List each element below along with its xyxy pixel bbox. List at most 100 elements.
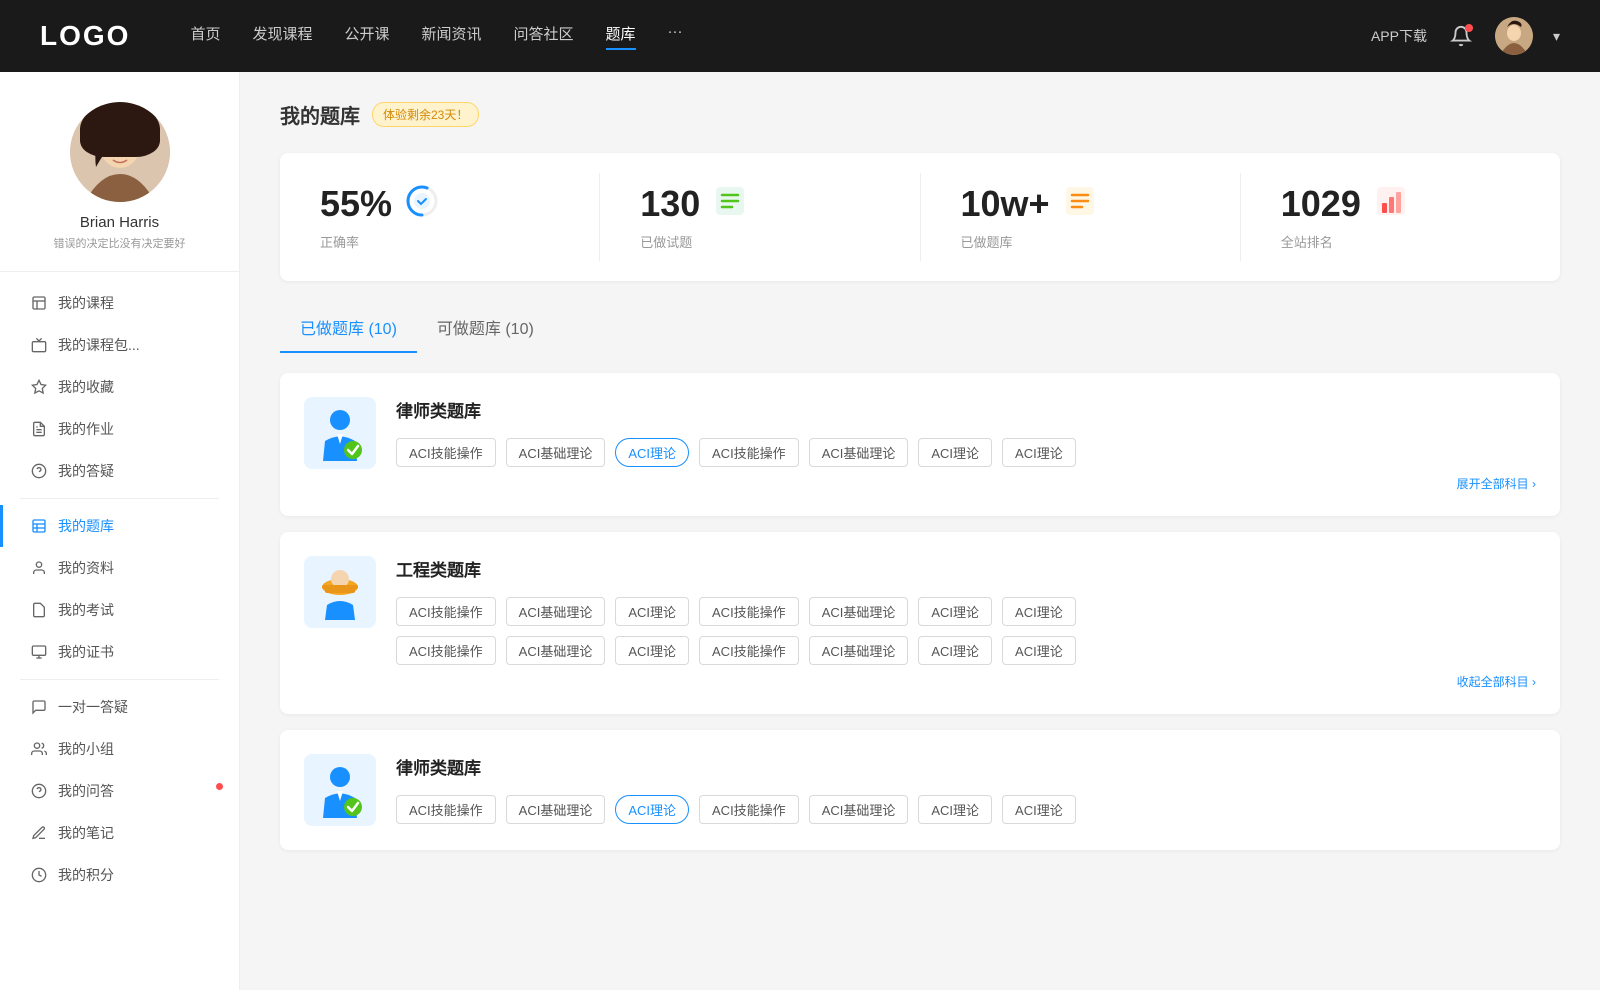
stat-rank: 1029 全站排名 <box>1241 173 1560 261</box>
tab-available[interactable]: 可做题库 (10) <box>417 305 554 353</box>
collapse-link[interactable]: 收起全部科目 › <box>396 673 1536 690</box>
tag[interactable]: ACI基础理论 <box>809 795 909 824</box>
sidebar-label: 我的答疑 <box>58 461 114 481</box>
tag[interactable]: ACI技能操作 <box>396 597 496 626</box>
notification-bell[interactable] <box>1447 22 1475 50</box>
main-content: 我的题库 体验剩余23天！ 55% 正确 <box>240 72 1600 990</box>
stat-label: 全站排名 <box>1281 232 1333 251</box>
tag[interactable]: ACI技能操作 <box>699 636 799 665</box>
sidebar-item-qa[interactable]: 我的答疑 <box>0 450 239 492</box>
nav-open-course[interactable]: 公开课 <box>344 23 389 50</box>
tag[interactable]: ACI理论 <box>918 795 992 824</box>
list-green-icon <box>712 183 748 224</box>
sidebar-label: 我的小组 <box>58 739 114 759</box>
tag[interactable]: ACI理论 <box>1002 597 1076 626</box>
tag[interactable]: ACI基础理论 <box>506 636 606 665</box>
qbank-title: 工程类题库 <box>396 556 1536 581</box>
qbank-card-inner: 律师类题库 ACI技能操作 ACI基础理论 ACI理论 ACI技能操作 ACI基… <box>304 754 1536 826</box>
tag[interactable]: ACI技能操作 <box>699 597 799 626</box>
qbank-card-inner: 律师类题库 ACI技能操作 ACI基础理论 ACI理论 ACI技能操作 ACI基… <box>304 397 1536 492</box>
nav-home[interactable]: 首页 <box>190 23 220 50</box>
favorites-icon <box>30 378 48 396</box>
nav-qbank[interactable]: 题库 <box>606 23 636 50</box>
tabs-row: 已做题库 (10) 可做题库 (10) <box>280 305 1560 353</box>
tag[interactable]: ACI技能操作 <box>396 795 496 824</box>
cert-icon <box>30 643 48 661</box>
tag[interactable]: ACI技能操作 <box>396 636 496 665</box>
tag[interactable]: ACI基础理论 <box>506 438 606 467</box>
app-download-button[interactable]: APP下载 <box>1371 26 1427 46</box>
sidebar-label: 我的考试 <box>58 600 114 620</box>
tag[interactable]: ACI理论 <box>918 636 992 665</box>
sidebar-label: 我的积分 <box>58 865 114 885</box>
nav-menu: 首页 发现课程 公开课 新闻资讯 问答社区 题库 ··· <box>190 23 1331 50</box>
sidebar-item-myqa[interactable]: 我的问答 <box>0 770 239 812</box>
user-dropdown-arrow[interactable]: ▾ <box>1553 28 1560 45</box>
nav-qa[interactable]: 问答社区 <box>514 23 574 50</box>
sidebar-item-course-pkg[interactable]: 我的课程包... <box>0 324 239 366</box>
sidebar-item-group[interactable]: 我的小组 <box>0 728 239 770</box>
stat-top: 1029 <box>1281 183 1409 224</box>
nav-more[interactable]: ··· <box>668 23 683 50</box>
stat-value: 55% <box>320 186 392 222</box>
profile-name: Brian Harris <box>80 214 159 231</box>
tag[interactable]: ACI基础理论 <box>506 795 606 824</box>
sidebar-item-exam[interactable]: 我的考试 <box>0 589 239 631</box>
tag[interactable]: ACI技能操作 <box>699 438 799 467</box>
qbank-card-lawyer-2: 律师类题库 ACI技能操作 ACI基础理论 ACI理论 ACI技能操作 ACI基… <box>280 730 1560 850</box>
qa-notification-dot <box>216 783 223 790</box>
tab-done[interactable]: 已做题库 (10) <box>280 305 417 353</box>
tag[interactable]: ACI基础理论 <box>809 438 909 467</box>
profile-icon <box>30 559 48 577</box>
group-icon <box>30 740 48 758</box>
stat-label: 已做题库 <box>961 232 1013 251</box>
sidebar: Brian Harris 错误的决定比没有决定要好 我的课程 我的课程包... <box>0 72 240 990</box>
nav-news[interactable]: 新闻资讯 <box>422 23 482 50</box>
page-header: 我的题库 体验剩余23天！ <box>280 100 1560 129</box>
tag-selected[interactable]: ACI理论 <box>615 795 689 824</box>
sidebar-item-points[interactable]: 我的积分 <box>0 854 239 896</box>
sidebar-item-favorites[interactable]: 我的收藏 <box>0 366 239 408</box>
tag[interactable]: ACI理论 <box>918 597 992 626</box>
sidebar-item-1v1[interactable]: 一对一答疑 <box>0 686 239 728</box>
stats-row: 55% 正确率 130 <box>280 153 1560 281</box>
nav-discover[interactable]: 发现课程 <box>252 23 312 50</box>
navbar-right: APP下载 ▾ <box>1371 17 1560 55</box>
tag[interactable]: ACI理论 <box>918 438 992 467</box>
sidebar-item-profile[interactable]: 我的资料 <box>0 547 239 589</box>
user-avatar[interactable] <box>1495 17 1533 55</box>
menu-divider-2 <box>20 679 219 680</box>
tag[interactable]: ACI理论 <box>1002 636 1076 665</box>
sidebar-label: 我的作业 <box>58 419 114 439</box>
sidebar-label: 我的资料 <box>58 558 114 578</box>
qbank-icon-lawyer <box>304 397 376 469</box>
sidebar-item-cert[interactable]: 我的证书 <box>0 631 239 673</box>
sidebar-label: 我的证书 <box>58 642 114 662</box>
sidebar-item-homework[interactable]: 我的作业 <box>0 408 239 450</box>
tag-selected[interactable]: ACI理论 <box>615 438 689 467</box>
sidebar-item-notes[interactable]: 我的笔记 <box>0 812 239 854</box>
qa-icon <box>30 462 48 480</box>
tag[interactable]: ACI理论 <box>1002 795 1076 824</box>
sidebar-item-qbank[interactable]: 我的题库 <box>0 505 239 547</box>
stat-done-questions: 130 已做试题 <box>600 173 920 261</box>
stat-value: 1029 <box>1281 186 1361 222</box>
tag[interactable]: ACI技能操作 <box>396 438 496 467</box>
expand-link[interactable]: 展开全部科目 › <box>396 475 1536 492</box>
stat-done-banks: 10w+ 已做题库 <box>921 173 1241 261</box>
sidebar-label: 我的收藏 <box>58 377 114 397</box>
myqa-icon <box>30 782 48 800</box>
notes-icon <box>30 824 48 842</box>
qbank-icon-engineer <box>304 556 376 628</box>
tag[interactable]: ACI技能操作 <box>699 795 799 824</box>
tag[interactable]: ACI基础理论 <box>809 636 909 665</box>
tag[interactable]: ACI理论 <box>1002 438 1076 467</box>
tag[interactable]: ACI理论 <box>615 636 689 665</box>
tag[interactable]: ACI基础理论 <box>506 597 606 626</box>
tag[interactable]: ACI理论 <box>615 597 689 626</box>
stat-top: 10w+ <box>961 183 1098 224</box>
tag[interactable]: ACI基础理论 <box>809 597 909 626</box>
1v1-icon <box>30 698 48 716</box>
sidebar-item-course[interactable]: 我的课程 <box>0 282 239 324</box>
sidebar-label: 我的题库 <box>58 516 114 536</box>
